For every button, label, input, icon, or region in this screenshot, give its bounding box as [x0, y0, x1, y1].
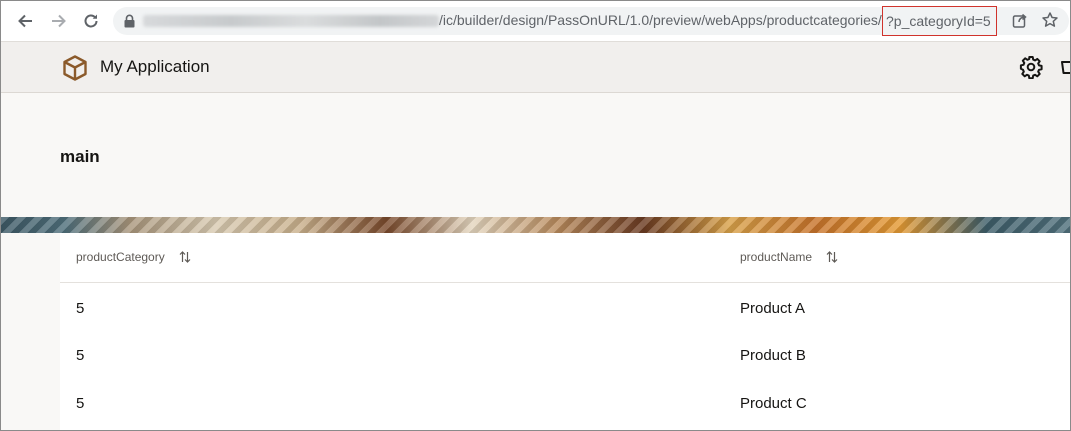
- decorative-banner: [1, 217, 1070, 233]
- url-path: /ic/builder/design/PassOnURL/1.0/preview…: [439, 12, 882, 28]
- table-row[interactable]: 5 Product B: [60, 331, 1070, 378]
- sort-icon[interactable]: [826, 250, 838, 264]
- screenshot-frame: /ic/builder/design/PassOnURL/1.0/preview…: [0, 0, 1071, 431]
- cell-productname: Product A: [740, 300, 806, 317]
- app-header: My Application: [1, 41, 1071, 93]
- sort-icon[interactable]: [179, 250, 191, 264]
- column-header-productname[interactable]: productName: [740, 250, 838, 264]
- cell-productcategory: 5: [76, 395, 85, 412]
- star-icon[interactable]: [1041, 11, 1059, 29]
- cell-productname: Product B: [740, 347, 806, 364]
- page-title: main: [60, 147, 100, 166]
- table-header: productCategory productName: [60, 233, 1070, 283]
- app-logo-icon: [63, 55, 87, 81]
- url-query-highlight: ?p_categoryId=5: [882, 6, 997, 36]
- cell-productcategory: 5: [76, 300, 85, 317]
- column-header-label: productName: [740, 250, 813, 264]
- column-header-productcategory[interactable]: productCategory: [76, 250, 191, 264]
- table-row[interactable]: 5 Product C: [60, 379, 1070, 426]
- column-header-label: productCategory: [76, 250, 165, 264]
- main-content: productCategory productName 5 Product A …: [1, 233, 1070, 430]
- app-title: My Application: [100, 57, 210, 76]
- redacted-host: [143, 15, 439, 27]
- address-bar[interactable]: /ic/builder/design/PassOnURL/1.0/preview…: [113, 6, 1069, 36]
- cart-icon[interactable]: [1061, 58, 1071, 78]
- back-icon[interactable]: [13, 9, 37, 33]
- page-title-area: main: [1, 93, 1070, 217]
- cell-productcategory: 5: [76, 347, 85, 364]
- table-row[interactable]: 5 Product A: [60, 284, 1070, 331]
- products-table: productCategory productName 5 Product A …: [60, 233, 1070, 430]
- reload-icon[interactable]: [79, 9, 103, 33]
- lock-icon: [124, 14, 135, 28]
- browser-toolbar: /ic/builder/design/PassOnURL/1.0/preview…: [1, 1, 1070, 41]
- forward-icon[interactable]: [47, 9, 71, 33]
- share-icon[interactable]: [1011, 12, 1029, 30]
- cell-productname: Product C: [740, 395, 807, 412]
- settings-gear-icon[interactable]: [1019, 55, 1043, 79]
